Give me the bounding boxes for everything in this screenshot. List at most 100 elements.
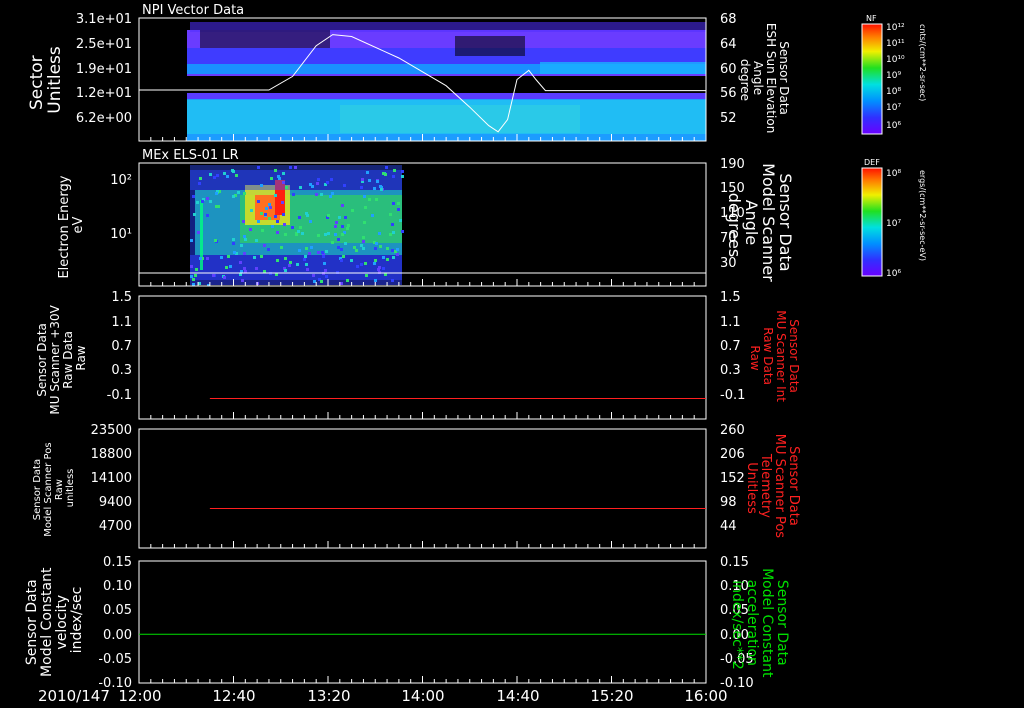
npi-panel: NPI Vector Data 3.1e+01 2.5e+01 1.9e+01 … <box>27 3 791 142</box>
els-noise-pixel <box>240 244 243 247</box>
els-noise-pixel <box>257 220 260 223</box>
els-noise-pixel <box>282 181 285 184</box>
els-noise-pixel <box>282 213 285 216</box>
npi-y2tick-0: 68 <box>720 12 737 27</box>
p5-ytick-3: 0.00 <box>103 628 132 643</box>
els-noise-pixel <box>341 225 344 228</box>
els-noise-pixel <box>378 232 381 235</box>
els-noise-pixel <box>212 274 215 277</box>
els-noise-pixel <box>391 279 394 282</box>
els-noise-pixel <box>362 240 365 243</box>
npi-cb-tick-4: 10⁸ <box>886 87 901 97</box>
els-noise-pixel <box>386 247 389 250</box>
npi-cb-tick-5: 10⁷ <box>886 103 901 113</box>
p5-frame <box>138 560 707 684</box>
els-noise-pixel <box>320 280 323 283</box>
npi-dark-block <box>200 30 330 48</box>
p4-ytick-3: 9400 <box>99 495 132 510</box>
els-noise-pixel <box>276 220 279 223</box>
els-noise-pixel <box>315 193 318 196</box>
npi-ytick-3: 1.2e+01 <box>76 86 132 101</box>
els-noise-pixel <box>363 221 366 224</box>
els-noise-pixel <box>243 235 246 238</box>
els-noise-pixel <box>353 246 356 249</box>
els-noise-pixel <box>309 220 312 223</box>
els-noise-pixel <box>360 244 363 247</box>
npi-colorbar: NF 10¹² 10¹¹ 10¹⁰ 10⁹ 10⁸ 10⁷ 10⁶ cnts/(… <box>861 14 927 135</box>
els-noise-pixel <box>299 226 302 229</box>
p4-ytick-2: 14100 <box>91 471 132 486</box>
els-noise-pixel <box>306 268 309 271</box>
els-noise-pixel <box>282 172 285 175</box>
els-noise-pixel <box>233 251 236 254</box>
p3-ytick-2: 0.7 <box>111 339 132 354</box>
p4-right-ticks: 260 206 152 98 44 <box>720 423 745 534</box>
p3-y2tick-4: -0.1 <box>720 388 745 403</box>
els-noise-pixel <box>346 279 349 282</box>
els-noise-pixel <box>316 182 319 185</box>
els-noise-pixel <box>209 173 212 176</box>
els-noise-pixel <box>243 252 246 255</box>
npi-ytick-4: 6.2e+00 <box>76 111 132 126</box>
els-ytick-1: 10¹ <box>110 227 132 242</box>
els-noise-pixel <box>288 264 291 267</box>
els-noise-pixel <box>346 227 349 230</box>
els-noise-pixel <box>305 263 308 266</box>
els-noise-pixel <box>375 198 378 201</box>
els-noise-pixel <box>268 203 271 206</box>
els-noise-pixel <box>364 262 367 265</box>
els-noise-pixel <box>317 251 320 254</box>
els-noise-pixel <box>284 257 287 260</box>
els-noise-pixel <box>317 234 320 237</box>
els-noise-pixel <box>235 174 238 177</box>
els-noise-pixel <box>280 246 283 249</box>
els-noise-pixel <box>331 192 334 195</box>
els-noise-pixel <box>317 178 320 181</box>
els-noise-pixel <box>231 169 234 172</box>
p4-y2tick-0: 260 <box>720 423 745 438</box>
els-noise-pixel <box>368 179 371 182</box>
p4-y2tick-3: 98 <box>720 495 737 510</box>
els-noise-pixel <box>294 166 297 169</box>
els-noise-pixel <box>267 248 270 251</box>
p3-ytick-1: 1.1 <box>111 315 132 330</box>
els-noise-pixel <box>249 228 252 231</box>
npi-spectrogram <box>139 22 706 141</box>
els-noise-pixel <box>344 216 347 219</box>
p5-panel: 0.15 0.10 0.05 0.00 -0.05 -0.10 0.15 0.1… <box>24 555 790 691</box>
els-noise-pixel <box>260 212 263 215</box>
els-noise-pixel <box>380 188 383 191</box>
npi-ytick-0: 3.1e+01 <box>76 12 132 27</box>
els-colorbar-scale <box>861 167 883 277</box>
els-noise-pixel <box>213 176 216 179</box>
npi-y2tick-2: 60 <box>720 62 737 77</box>
els-noise-pixel <box>292 193 295 196</box>
p4-ytick-1: 18800 <box>91 447 132 462</box>
p3-y2tick-0: 1.5 <box>720 290 741 305</box>
els-noise-pixel <box>260 255 263 258</box>
p5-ytick-0: 0.15 <box>103 555 132 570</box>
date-label: 2010/147 <box>38 687 110 705</box>
npi-right-label: Sensor Data ESH Sun Elevation Angle degr… <box>738 23 791 137</box>
npi-dark-block-2 <box>455 36 525 56</box>
els-noise-pixel <box>225 266 228 269</box>
els-noise-pixel <box>325 275 328 278</box>
npi-right-ticks: 68 64 60 56 52 <box>720 12 737 126</box>
els-noise-pixel <box>391 249 394 252</box>
els-noise-pixel <box>199 177 202 180</box>
p4-ytick-0: 23500 <box>91 423 132 438</box>
p3-ytick-4: -0.1 <box>107 388 132 403</box>
p4-panel: 23500 18800 14100 9400 4700 260 206 152 … <box>32 423 801 549</box>
els-noise-pixel <box>384 173 387 176</box>
els-noise-bottom <box>190 255 402 285</box>
els-noise-pixel <box>216 174 219 177</box>
npi-left-ticks: 3.1e+01 2.5e+01 1.9e+01 1.2e+01 6.2e+00 <box>76 12 132 126</box>
els-noise-pixel <box>329 195 332 198</box>
time-tick-4: 14:40 <box>496 687 539 705</box>
els-noise-pixel <box>274 215 277 218</box>
els-noise-pixel <box>193 213 196 216</box>
time-tick-2: 13:20 <box>307 687 350 705</box>
els-noise-pixel <box>284 233 287 236</box>
els-noise-pixel <box>373 187 376 190</box>
els-noise-pixel <box>237 191 240 194</box>
